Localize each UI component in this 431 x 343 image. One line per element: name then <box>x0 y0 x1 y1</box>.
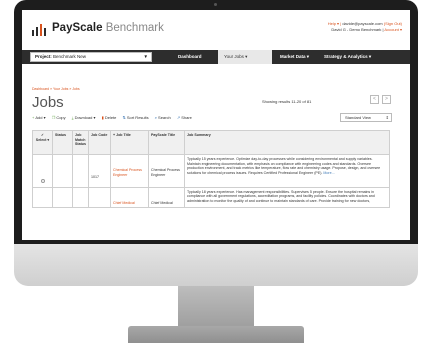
account-menu[interactable]: Account <box>384 27 398 32</box>
payscale-logo-icon <box>32 22 48 36</box>
add-label: Add <box>35 115 43 120</box>
match-cell <box>72 186 89 209</box>
search-label: Search <box>158 115 171 120</box>
account-area: Help ▾ | davide@payscale.com (Sign Out) … <box>327 21 402 32</box>
search-button[interactable]: ⌕Search <box>155 115 171 120</box>
copy-icon: ❐ <box>51 115 56 120</box>
nav-your-jobs-label: Your Jobs <box>224 54 244 59</box>
results-count: Showing results 11-20 of 81 <box>262 99 312 104</box>
plus-icon: + <box>32 115 35 120</box>
job-code-cell <box>87 186 111 209</box>
match-cell <box>72 154 89 188</box>
row-select-cell[interactable] <box>32 154 53 188</box>
brand-name: PayScale Benchmark <box>52 22 164 34</box>
project-value: Benchmark New <box>53 54 87 59</box>
breadcrumb[interactable]: Dashboard » Your Jobs » Jobs <box>32 87 80 91</box>
monitor-chin <box>14 244 418 286</box>
delete-button[interactable]: ▮Delete <box>102 115 117 120</box>
monitor-stand-neck <box>178 286 254 328</box>
nav-your-jobs[interactable]: Your Jobs ▾ <box>218 50 272 64</box>
col-job-summary[interactable]: Job Summary <box>183 130 391 155</box>
add-button[interactable]: +Add ▾ <box>32 115 46 120</box>
share-button[interactable]: ↗Share <box>177 115 192 120</box>
col-job-match-status[interactable]: Job Match Status <box>72 130 89 155</box>
col-job-title[interactable]: + Job Title <box>109 130 149 155</box>
job-summary-text: Typically 18 years experience. Has manag… <box>186 189 375 204</box>
job-summary-text: Typically 15 years experience. Optimize … <box>186 157 381 176</box>
nav-market-data[interactable]: Market Data ▾ <box>274 50 315 64</box>
sort-label: Sort Results <box>126 115 149 120</box>
row-select-cell[interactable] <box>32 186 53 209</box>
pager-next-button[interactable]: > <box>382 95 391 104</box>
chevron-updown-icon: ⇕ <box>385 115 389 120</box>
nav-market-data-label: Market Data <box>280 54 306 59</box>
copy-label: Copy <box>56 115 66 120</box>
jobs-toolbar: +Add ▾ ❐Copy ⤓Download ▾ ▮Delete ⇅Sort R… <box>32 115 197 123</box>
col-job-code[interactable]: Job Code <box>87 130 111 155</box>
col-select[interactable]: ✓ Select ▾ <box>32 130 53 155</box>
payscale-title-cell: Chief Medical <box>147 186 185 209</box>
search-icon: ⌕ <box>154 115 158 120</box>
brand-bold: PayScale <box>52 22 103 34</box>
nav-strategy-analytics[interactable]: Strategy & Analytics ▾ <box>318 50 377 64</box>
screen: PayScale Benchmark Help ▾ | davide@paysc… <box>22 10 410 240</box>
sign-out-link[interactable]: (Sign Out) <box>384 21 402 26</box>
job-title-link[interactable]: Chemical Process Engineer <box>109 154 149 188</box>
view-select-value: Standard View <box>345 115 371 120</box>
col-payscale-title[interactable]: PayScale Title <box>147 130 185 155</box>
download-label: Download <box>74 115 93 120</box>
more-link[interactable]: More... <box>323 171 334 175</box>
nav-dashboard[interactable]: Dashboard <box>172 50 208 64</box>
top-bar: PayScale Benchmark Help ▾ | davide@paysc… <box>22 10 410 50</box>
download-button[interactable]: ⤓Download ▾ <box>72 115 96 120</box>
status-cell <box>52 154 73 188</box>
jobs-table: ✓ Select ▾ Status Job Match Status Job Co… <box>32 130 391 209</box>
brand-light: Benchmark <box>105 22 164 34</box>
trash-icon: ▮ <box>101 115 104 120</box>
job-summary-cell: Typically 15 years experience. Optimize … <box>183 154 391 188</box>
user-email: davide@payscale.com <box>342 21 383 26</box>
col-status[interactable]: Status <box>52 130 73 155</box>
main-navbar: Project: Benchmark New ▼ Dashboard Your … <box>22 50 410 64</box>
user-name: David G - Demo Benchmark <box>331 27 382 32</box>
col-job-title-label: Job Title <box>116 133 131 137</box>
project-label: Project: <box>35 54 52 59</box>
job-summary-cell: Typically 18 years experience. Has manag… <box>183 186 391 209</box>
job-title-link[interactable]: Chief Medical <box>109 186 149 209</box>
share-icon: ↗ <box>176 115 181 120</box>
delete-label: Delete <box>104 115 117 120</box>
sort-icon: ⇅ <box>122 115 126 120</box>
help-link[interactable]: Help <box>328 21 336 26</box>
table-row[interactable]: Chief Medical Chief Medical Typically 18… <box>32 186 391 209</box>
pager-prev-button[interactable]: < <box>370 95 379 104</box>
table-header-row: ✓ Select ▾ Status Job Match Status Job Co… <box>32 130 391 155</box>
table-row[interactable]: 1017 Chemical Process Engineer Chemical … <box>32 154 391 188</box>
monitor-stand-foot <box>128 326 304 343</box>
check-icon: ✓ <box>40 133 44 137</box>
copy-button[interactable]: ❐Copy <box>52 115 66 120</box>
view-select[interactable]: Standard View ⇕ <box>340 113 392 122</box>
sort-results-button[interactable]: ⇅Sort Results <box>123 115 149 120</box>
chevron-down-icon: ▼ <box>143 54 148 59</box>
row-radio[interactable] <box>40 179 45 183</box>
webcam-dot <box>214 3 217 6</box>
col-select-label: Select <box>35 137 47 142</box>
project-select[interactable]: Project: Benchmark New ▼ <box>30 52 152 62</box>
download-icon: ⤓ <box>71 115 74 120</box>
status-cell <box>52 186 73 209</box>
page-title: Jobs <box>32 94 64 111</box>
job-code-cell: 1017 <box>87 154 111 188</box>
payscale-title-cell: Chemical Process Engineer <box>147 154 185 188</box>
share-label: Share <box>181 115 192 120</box>
nav-strategy-label: Strategy & Analytics <box>324 54 368 59</box>
